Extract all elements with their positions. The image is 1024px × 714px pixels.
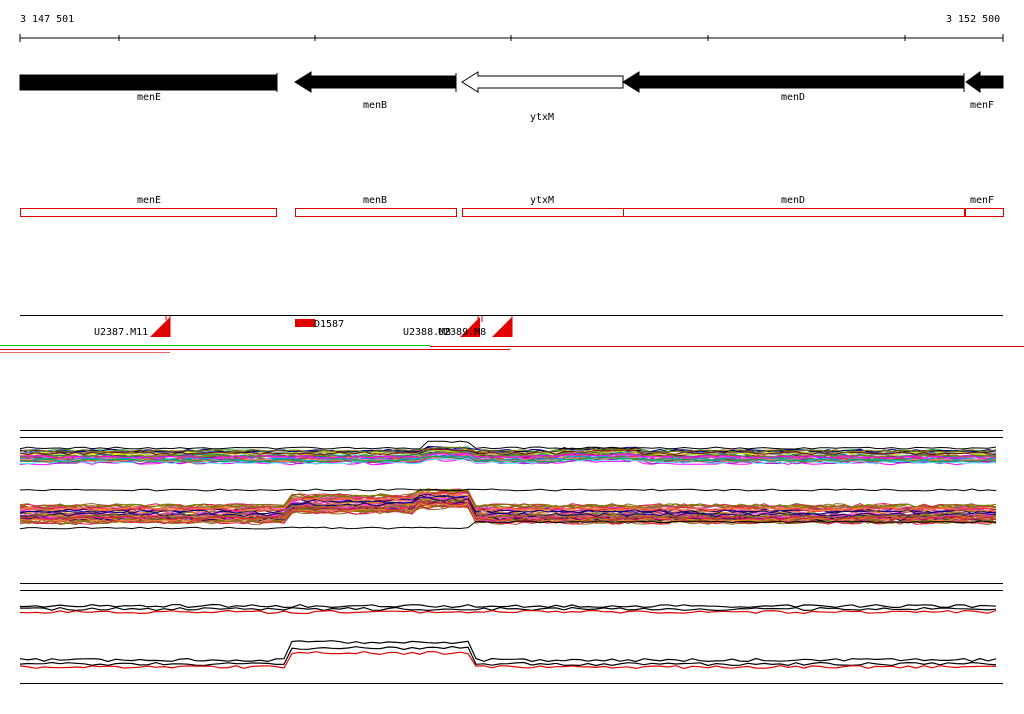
gene-arrow-ytxM[interactable] xyxy=(461,71,624,93)
summary-profile-line xyxy=(19,609,997,615)
gene-box-track xyxy=(20,208,1004,217)
gene-label-menF: menF xyxy=(970,100,995,111)
feature-label-u2389[interactable]: U2389.M8 xyxy=(438,328,486,338)
genome-browser-canvas xyxy=(0,34,1024,684)
feature-track xyxy=(0,315,1024,353)
summary-profile-panel xyxy=(19,603,997,670)
summary-profile-line xyxy=(19,640,997,663)
gene-arrow-menF[interactable] xyxy=(965,71,1004,93)
gene-label-menB: menB xyxy=(363,100,388,111)
gene-arrow-menB[interactable] xyxy=(294,71,457,93)
gene-label-menE: menE xyxy=(137,92,162,103)
gene-box-label-menF: menF xyxy=(970,195,995,206)
ruler-end-label: 3 152 500 xyxy=(946,14,1001,25)
feature-label-d1587[interactable]: D1587 xyxy=(314,320,344,330)
gene-box-menF[interactable] xyxy=(965,208,1004,217)
ruler-start-label: 3 147 501 xyxy=(20,14,75,25)
gene-box-label-ytxM: ytxM xyxy=(530,195,555,206)
summary-profile-line xyxy=(19,645,997,667)
expression-panel-frames xyxy=(20,430,1003,684)
gene-box-menE[interactable] xyxy=(20,208,277,217)
gene-box-menB[interactable] xyxy=(295,208,457,217)
coordinate-ruler xyxy=(19,34,1004,42)
gene-arrow-menD[interactable] xyxy=(622,71,965,93)
summary-profile-line xyxy=(19,650,997,670)
gene-box-label-menD: menD xyxy=(781,195,806,206)
gene-box-label-menE: menE xyxy=(137,195,162,206)
gene-arrow-menE[interactable] xyxy=(19,74,278,91)
gene-box-menD[interactable] xyxy=(623,208,965,217)
feature-marker-u2389[interactable] xyxy=(492,317,512,337)
gene-track xyxy=(19,71,1004,93)
profile-outline xyxy=(19,488,997,492)
gene-box-label-menB: menB xyxy=(363,195,388,206)
gene-label-menD: menD xyxy=(781,92,806,103)
gene-label-ytxM: ytxM xyxy=(530,112,555,123)
gene-box-ytxM[interactable] xyxy=(462,208,624,217)
summary-profile-line xyxy=(20,606,997,612)
multi-condition-profile-panel xyxy=(19,440,997,530)
feature-marker-u2387[interactable] xyxy=(150,317,170,337)
profile-outline xyxy=(19,440,997,450)
summary-profile-line xyxy=(19,603,997,609)
feature-block-d1587[interactable] xyxy=(295,319,315,327)
feature-label-u2387[interactable]: U2387.M11 xyxy=(94,328,148,338)
